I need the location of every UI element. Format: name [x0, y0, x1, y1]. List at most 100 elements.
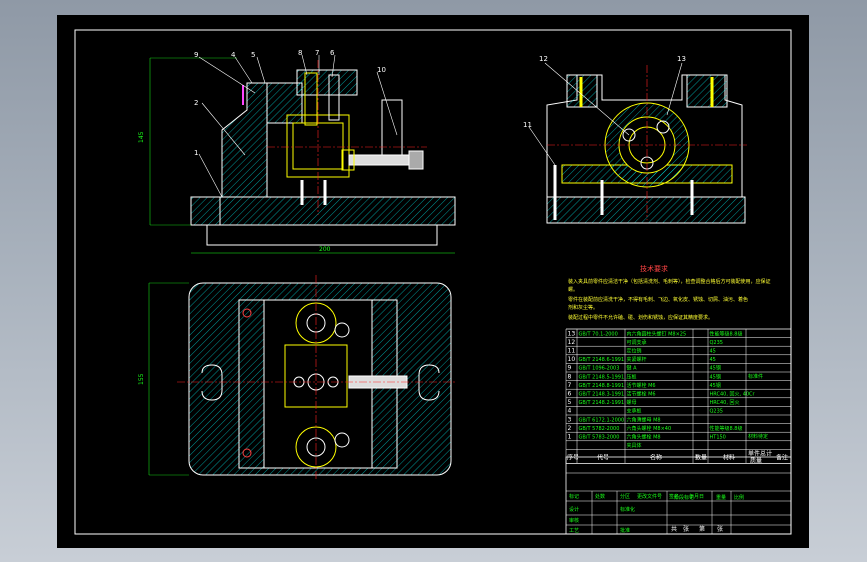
bom-cell-code: GB/T 2148.5-1991	[579, 374, 625, 380]
drawing-sheet: 145 200 9 4 5 8 7 6 10 2 1 12 13 11 155 …	[57, 15, 809, 548]
bom-cell-no: 6	[568, 391, 572, 398]
bom-cell-material: HRC40, 回火, 40Cr	[710, 392, 756, 398]
tb-label: 共	[671, 525, 677, 533]
bom-cell-name: 键 A	[627, 365, 638, 372]
bom-cell-no: 10	[568, 356, 576, 363]
tb-label: 标准化	[620, 506, 635, 513]
bom-cell-code: GB/T 2148.6-1991	[579, 357, 625, 363]
bom-cell-material: HRC40, 回火	[710, 400, 740, 406]
tb-label: 比例	[734, 494, 744, 501]
clamp-screw	[348, 154, 410, 166]
bom-cell-code: GB/T 2148.8-1991	[579, 383, 625, 389]
bom-side-note: 材料待定	[748, 433, 768, 440]
callout-6: 6	[330, 49, 335, 57]
tb-label: 设计	[569, 506, 579, 513]
bom-cell-code: GB/T 6172.1-2000	[579, 417, 625, 423]
tb-label: 分区	[620, 493, 630, 500]
bom-cell-no: 5	[568, 399, 572, 406]
bom-cell-material: 45	[710, 349, 716, 355]
callout-11: 11	[523, 121, 532, 129]
tb-label: 张	[717, 525, 723, 533]
bom-cell-code: GB/T 5783-2000	[579, 435, 620, 441]
drawing-canvas: 145 200 9 4 5 8 7 6 10 2 1 12 13 11 155 …	[74, 29, 792, 535]
base-plate	[190, 196, 456, 226]
callout-10: 10	[377, 66, 386, 74]
tb-label: 更改文件号	[637, 493, 662, 500]
bom-cell-no: 12	[568, 339, 576, 346]
callout-4: 4	[231, 51, 236, 59]
bom-cell-name: 活节螺栓 M6	[627, 382, 656, 389]
left-support	[221, 82, 268, 198]
dim-front-width: 200	[319, 246, 331, 253]
tb-label: 处数	[595, 493, 605, 500]
side-base	[546, 196, 746, 224]
bom-cell-no: 9	[568, 365, 572, 372]
callout-5: 5	[251, 51, 255, 59]
dim-front-height: 145	[138, 131, 145, 143]
bom-cell-no: 11	[568, 348, 576, 355]
bom-cell-no: 7	[568, 382, 572, 389]
tech-req-line: 剂和灰尘等。	[568, 304, 598, 311]
bom-cell-code: GB/T 1096-2003	[579, 366, 620, 372]
bom-table: 13 GB/T 70.1-2000 内六角圆柱头螺钉 M8×25 性能等级8.8级12…	[565, 328, 792, 464]
tech-req-line: 零件在装配前应清洗干净，不得有毛刺、飞边、氧化皮、锈蚀、切屑、油污、着色	[568, 296, 748, 303]
bom-cell-material: Q235	[710, 340, 723, 346]
callout-9: 9	[194, 51, 198, 59]
bom-cell-name: 定位销	[627, 348, 642, 355]
tech-requirements: 技术要求 装入夹具前零件应清洁干净（包括清洗剂、毛刺等），检查调整合格后方可装配…	[568, 264, 771, 321]
callout-12: 12	[539, 55, 548, 63]
tech-req-title: 技术要求	[640, 264, 668, 273]
bom-cell-material: 性能等级8.8级	[710, 330, 743, 337]
bom-cell-no: 4	[568, 408, 572, 415]
bom-cell-name: 六角头螺栓 M8×40	[627, 425, 672, 432]
callout-2: 2	[194, 99, 198, 107]
bom-header-total: 总计	[760, 449, 772, 457]
bom-cell-no: 1	[568, 434, 572, 441]
bom-cell-material: 45钢	[710, 382, 721, 389]
bom-cell-code: GB/T 2148.3-1991	[579, 392, 625, 398]
bom-cell-name: 螺母	[627, 399, 637, 406]
front-view: 145 200 9 4 5 8 7 6 10 2 1	[138, 49, 456, 254]
tb-label: 审核	[569, 517, 579, 524]
side-view: 12 13 11	[523, 55, 747, 224]
bom-cell-name: 夹具体	[627, 442, 642, 449]
bom-cell-no: 2	[568, 425, 572, 432]
tech-req-line: 装配过程中零件不允许磕、碰、划伤和锈蚀，应保证其精度要求。	[568, 314, 713, 321]
bom-cell-code: GB/T 5782-2000	[579, 426, 620, 432]
tb-label: 阶段标记	[674, 494, 694, 501]
callout-8: 8	[298, 49, 302, 57]
bom-cell-material: 性能等级8.8级	[710, 425, 743, 432]
tb-label: 批准	[620, 527, 630, 534]
tb-label: 重量	[716, 494, 726, 501]
callout-1: 1	[194, 149, 198, 157]
tb-label: 工艺	[569, 528, 579, 534]
bom-cell-material: HT150	[710, 435, 726, 441]
bom-cell-material: Q235	[710, 409, 723, 415]
bom-header-weight: 质量	[750, 456, 762, 464]
callout-13: 13	[677, 55, 686, 63]
bom-cell-name: 六角薄螺母 M8	[627, 416, 661, 423]
bom-cell-code: GB/T 2148.2-1991	[579, 400, 625, 406]
dim-plan-height: 155	[138, 373, 145, 385]
bom-cell-no: 3	[568, 416, 572, 423]
cad-viewport: 145 200 9 4 5 8 7 6 10 2 1 12 13 11 155 …	[0, 0, 867, 562]
base-foot	[206, 224, 438, 246]
tb-label: 张	[683, 525, 689, 533]
bom-cell-name: 六角头螺栓 M8	[627, 434, 661, 441]
bom-cell-material: 45钢	[710, 373, 721, 380]
tech-req-line: 螺。	[568, 286, 578, 293]
tech-req-line: 装入夹具前零件应清洁干净（包括清洗剂、毛刺等），检查调整合格后方可装配使用，应保…	[568, 278, 771, 285]
bom-side-note: 标准件	[748, 373, 763, 380]
bom-cell-no: 13	[568, 330, 576, 337]
bom-cell-name: 活节螺栓 M6	[627, 391, 656, 398]
bom-cell-name: 支承板	[627, 408, 642, 415]
callout-7: 7	[315, 49, 319, 57]
bom-cell-material: 45	[710, 357, 716, 363]
tb-label: 第	[699, 525, 705, 533]
bom-cell-name: 夹紧螺杆	[627, 356, 647, 363]
title-block: 标记 处数 分区 更改文件号 签名 年月日 设计 标准化 审核 工艺 批准 阶段…	[565, 456, 792, 535]
tb-label: 标记	[569, 493, 579, 500]
bom-cell-material: 45钢	[710, 365, 721, 372]
clamp-plate	[296, 69, 358, 96]
bom-cell-code: GB/T 70.1-2000	[579, 331, 618, 337]
